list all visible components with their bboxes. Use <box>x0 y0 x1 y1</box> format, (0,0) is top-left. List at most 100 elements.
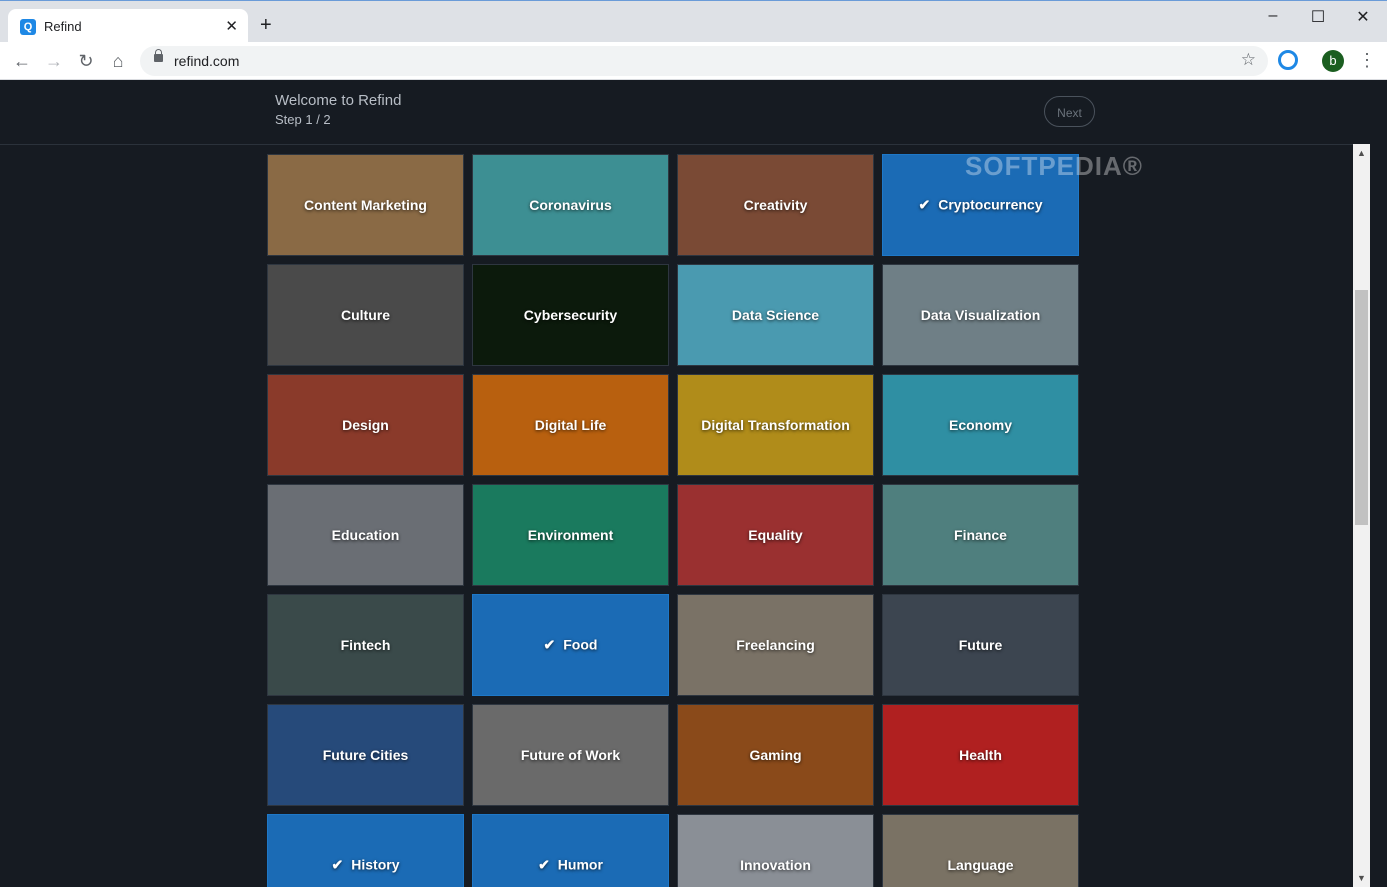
topic-label-text: Future of Work <box>520 747 621 763</box>
topic-card[interactable]: Health <box>882 704 1079 806</box>
topic-label: Gaming <box>678 747 873 763</box>
profile-avatar[interactable]: b <box>1322 50 1344 72</box>
topic-card[interactable]: Culture <box>267 264 464 366</box>
topic-label-text: Creativity <box>743 197 808 213</box>
topic-label: Equality <box>678 527 873 543</box>
topic-card[interactable]: Content Marketing <box>267 154 464 256</box>
topic-label-text: Culture <box>341 307 390 323</box>
home-icon[interactable]: ⌂ <box>107 50 129 72</box>
topic-card[interactable]: Data Visualization <box>882 264 1079 366</box>
scroll-up-arrow-icon[interactable]: ▲ <box>1353 148 1370 158</box>
topic-label: Innovation <box>678 857 873 873</box>
bookmark-star-icon[interactable]: ☆ <box>1241 50 1256 70</box>
minimize-button[interactable]: – <box>1258 7 1288 25</box>
topic-label-text: Education <box>331 527 400 543</box>
topic-card[interactable]: Future Cities <box>267 704 464 806</box>
topic-label: Future <box>883 637 1078 653</box>
topic-label: Culture <box>268 307 463 323</box>
close-tab-icon[interactable]: ✕ <box>225 17 238 35</box>
topic-label: ✔ History <box>268 857 463 874</box>
topic-label-text: Future Cities <box>322 747 409 763</box>
topic-label-text: Finance <box>954 527 1007 543</box>
topic-label-text: Language <box>947 857 1014 873</box>
topic-label-text: Health <box>959 747 1002 763</box>
scroll-down-arrow-icon[interactable]: ▼ <box>1353 873 1370 883</box>
topic-card[interactable]: ✔ Food <box>472 594 669 696</box>
lock-icon <box>154 49 163 62</box>
topic-card[interactable]: Coronavirus <box>472 154 669 256</box>
topic-label: Environment <box>473 527 668 543</box>
close-window-button[interactable]: ✕ <box>1348 7 1378 27</box>
topic-label: Future of Work <box>473 747 668 763</box>
topic-label-text: Data Visualization <box>920 307 1041 323</box>
topic-card[interactable]: Language <box>882 814 1079 887</box>
topic-card[interactable]: Digital Life <box>472 374 669 476</box>
topic-label-text: Content Marketing <box>304 197 427 213</box>
topic-label-text: Gaming <box>749 747 802 763</box>
topic-label-text: Environment <box>527 527 614 543</box>
topic-label: Health <box>883 747 1078 763</box>
topic-card[interactable]: Finance <box>882 484 1079 586</box>
topic-label: Content Marketing <box>268 197 463 213</box>
checkmark-icon: ✔ <box>331 856 344 873</box>
address-bar[interactable]: refind.com ☆ <box>140 46 1268 76</box>
topic-card[interactable]: ✔ Humor <box>472 814 669 887</box>
topic-card[interactable]: Fintech <box>267 594 464 696</box>
topic-label-text: Fintech <box>340 637 391 653</box>
topic-card[interactable]: Creativity <box>677 154 874 256</box>
topic-label-text: Humor <box>557 856 603 873</box>
topic-label: Design <box>268 417 463 433</box>
topic-label: ✔ Humor <box>473 857 668 874</box>
next-button[interactable]: Next <box>1044 96 1095 127</box>
topic-label: ✔ Food <box>473 637 668 654</box>
tab-title: Refind <box>44 19 82 34</box>
softpedia-watermark: SOFTPEDIA® <box>965 151 1143 181</box>
tab-strip: Q Refind ✕ + – ☐ ✕ <box>0 0 1387 43</box>
topic-card[interactable]: Equality <box>677 484 874 586</box>
topic-label-text: Data Science <box>731 307 820 323</box>
topic-label-text: Economy <box>948 417 1012 433</box>
topic-label: Coronavirus <box>473 197 668 213</box>
topic-card[interactable]: Future of Work <box>472 704 669 806</box>
topic-label: Economy <box>883 417 1078 433</box>
new-tab-button[interactable]: + <box>260 15 272 35</box>
topic-label-text: Coronavirus <box>529 197 612 213</box>
topic-label: Cybersecurity <box>473 307 668 323</box>
topic-card[interactable]: ✔ History <box>267 814 464 887</box>
topic-card[interactable]: Gaming <box>677 704 874 806</box>
page-scrollbar[interactable]: ▲ ▼ <box>1353 144 1370 887</box>
topic-label: Freelancing <box>678 637 873 653</box>
checkmark-icon: ✔ <box>918 196 931 213</box>
reload-icon[interactable]: ↻ <box>75 50 97 72</box>
topic-card[interactable]: Digital Transformation <box>677 374 874 476</box>
forward-icon[interactable]: → <box>43 50 65 72</box>
browser-tab[interactable]: Q Refind ✕ <box>8 9 248 43</box>
topic-card[interactable]: Environment <box>472 484 669 586</box>
topic-card[interactable]: Cybersecurity <box>472 264 669 366</box>
onboarding-header: Welcome to Refind Step 1 / 2 Next <box>0 80 1370 145</box>
topic-card[interactable]: Future <box>882 594 1079 696</box>
topic-label-text: Freelancing <box>736 637 815 653</box>
browser-toolbar: ← → ↻ ⌂ refind.com ☆ <box>0 42 1387 80</box>
topic-card[interactable]: Education <box>267 484 464 586</box>
topic-card[interactable]: Economy <box>882 374 1079 476</box>
refind-icon: Q <box>20 19 36 35</box>
topic-card[interactable]: Freelancing <box>677 594 874 696</box>
topic-card[interactable]: Design <box>267 374 464 476</box>
checkmark-icon: ✔ <box>538 856 550 873</box>
url-text[interactable]: refind.com <box>174 53 239 69</box>
scrollbar-thumb[interactable] <box>1355 290 1368 525</box>
topic-label: Fintech <box>268 637 463 653</box>
topic-label: Digital Life <box>473 417 668 433</box>
topic-card[interactable]: Data Science <box>677 264 874 366</box>
maximize-button[interactable]: ☐ <box>1303 7 1333 27</box>
topic-label-text: Equality <box>748 527 803 543</box>
menu-kebab-icon[interactable]: ⋮ <box>1358 50 1376 70</box>
refind-extension-icon[interactable] <box>1278 50 1298 70</box>
topic-label-text: Food <box>563 636 598 653</box>
back-icon[interactable]: ← <box>11 50 33 72</box>
topic-card[interactable]: Innovation <box>677 814 874 887</box>
topic-label: Finance <box>883 527 1078 543</box>
topic-label-text: Digital Life <box>534 417 607 433</box>
topic-label-text: History <box>351 856 400 873</box>
